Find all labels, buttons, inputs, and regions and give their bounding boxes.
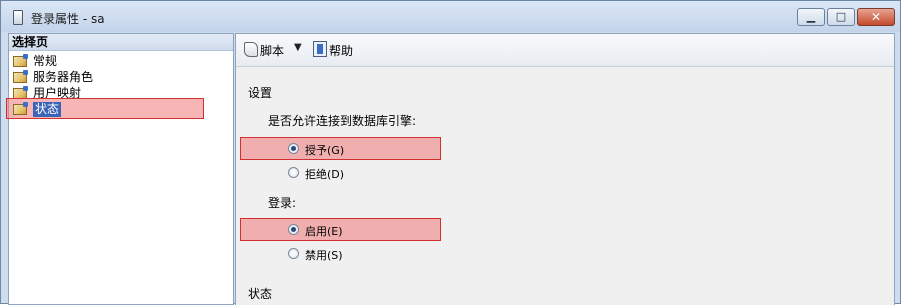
deny-radio-label: 拒绝(D) — [305, 168, 345, 181]
script-icon[interactable] — [244, 42, 258, 57]
toolbar: 脚本 ▼ 帮助 — [236, 34, 894, 67]
help-icon[interactable] — [313, 41, 327, 57]
minimize-button[interactable]: ▁ — [797, 8, 825, 26]
minimize-icon: ▁ — [806, 10, 816, 23]
status-page-pane: 脚本 ▼ 帮助 设置 是否允许连接到数据库引擎: 授予(G) 拒绝(D) 登录:… — [235, 33, 895, 305]
sidebar-item-label: 状态 — [33, 102, 62, 117]
login-properties-window: 登录属性 - sa ▁ □ ✕ 选择页 常规 服务器角色 用户映射 状态 脚本 … — [0, 0, 901, 305]
close-button[interactable]: ✕ — [857, 8, 895, 26]
sidebar-item-label: 服务器角色 — [33, 70, 94, 84]
document-icon — [13, 10, 23, 25]
help-button[interactable]: 帮助 — [329, 42, 353, 59]
select-page-header: 选择页 — [9, 34, 233, 51]
maximize-button[interactable]: □ — [827, 8, 855, 26]
enable-radio-label: 启用(E) — [305, 225, 343, 238]
maximize-icon: □ — [835, 10, 847, 23]
disable-radio-label: 禁用(S) — [305, 249, 343, 262]
select-page-pane: 选择页 常规 服务器角色 用户映射 — [8, 33, 234, 305]
login-section-title: 登录: — [268, 196, 297, 210]
close-icon: ✕ — [870, 10, 882, 24]
grant-radio-label: 授予(G) — [305, 144, 345, 157]
enable-radio[interactable] — [288, 224, 299, 235]
status-content: 设置 是否允许连接到数据库引擎: 授予(G) 拒绝(D) 登录: 启用(E) 禁… — [236, 67, 894, 305]
page-icon — [13, 102, 28, 115]
settings-section-title: 设置 — [248, 86, 273, 100]
title-bar[interactable]: 登录属性 - sa ▁ □ ✕ — [1, 1, 900, 32]
status-section-title: 状态 — [248, 287, 273, 301]
window-title: 登录属性 - sa — [31, 12, 105, 26]
connect-permission-label: 是否允许连接到数据库引擎: — [268, 114, 417, 128]
grant-radio[interactable] — [288, 143, 299, 154]
page-icon — [13, 54, 28, 67]
script-button[interactable]: 脚本 — [260, 42, 284, 59]
sidebar-item-label: 常规 — [33, 54, 58, 68]
deny-radio[interactable] — [288, 167, 299, 178]
chevron-down-icon[interactable]: ▼ — [294, 42, 302, 53]
disable-radio[interactable] — [288, 248, 299, 259]
page-icon — [13, 70, 28, 83]
